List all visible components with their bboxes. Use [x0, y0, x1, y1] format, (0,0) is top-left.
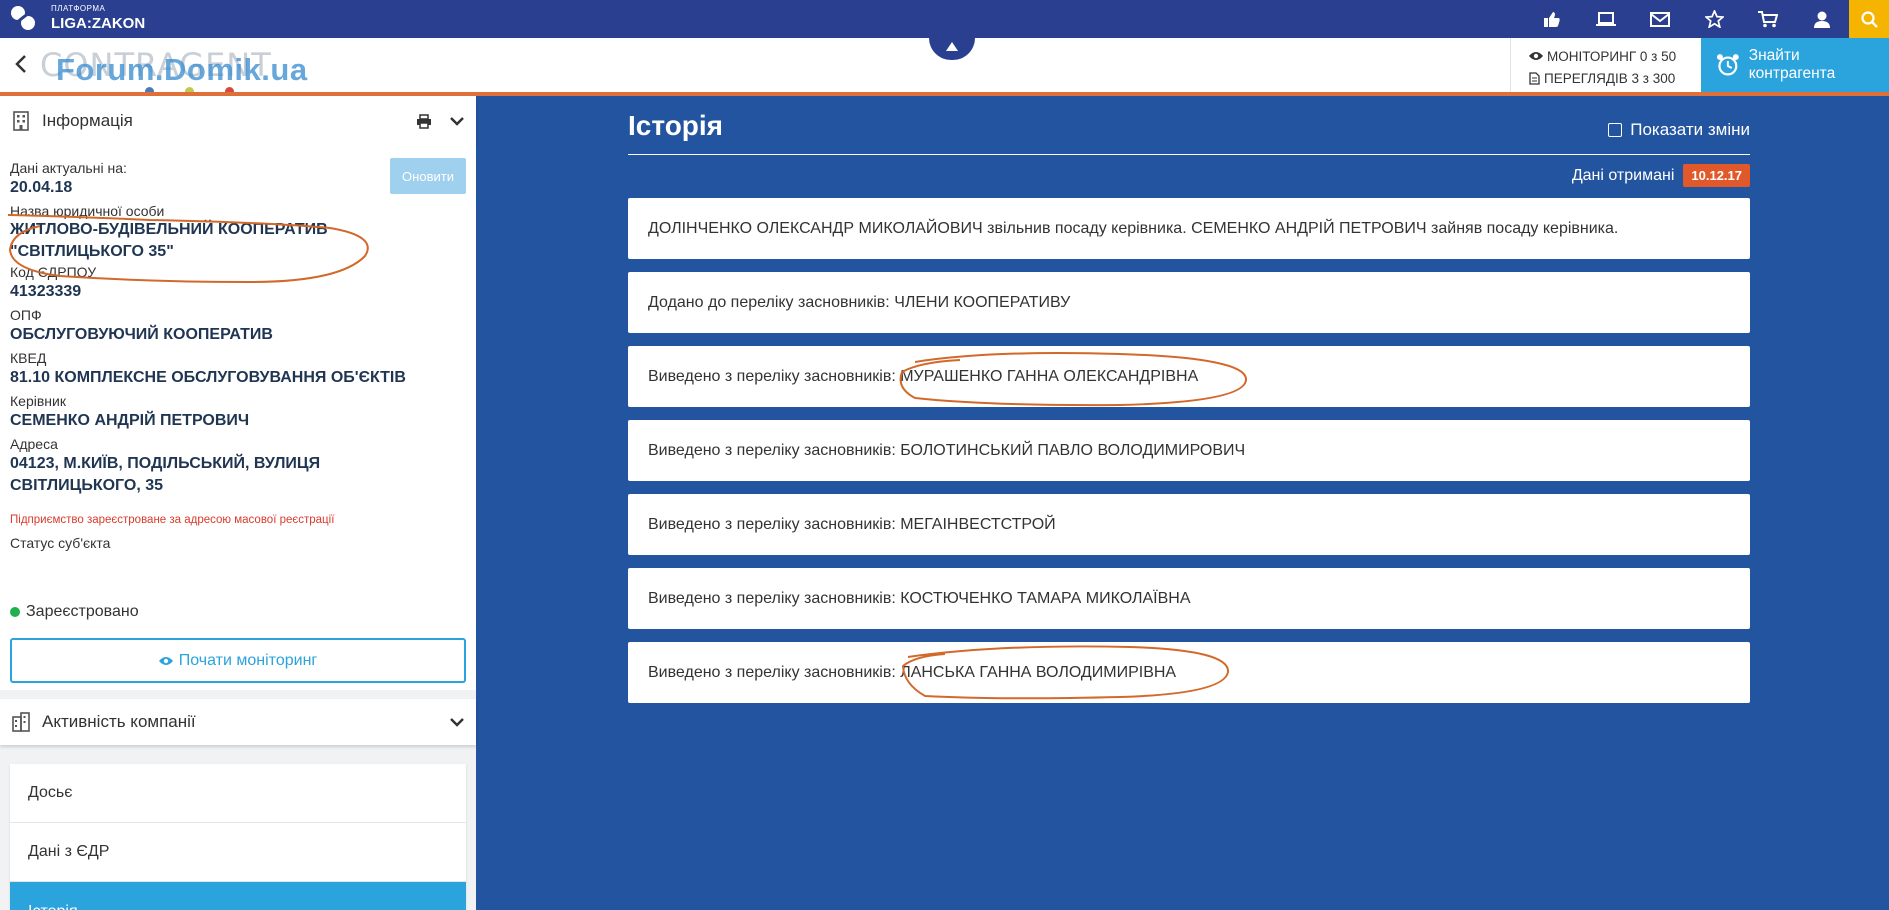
star-icon[interactable]: [1687, 0, 1741, 38]
monitoring-count: МОНІТОРИНГ 0 з 50: [1547, 48, 1677, 64]
address-label: Адреса: [10, 436, 58, 452]
show-changes-toggle[interactable]: Показати зміни: [1608, 120, 1750, 140]
logo-icon: [8, 3, 38, 33]
mass-registration-note: Підприємство зареєстроване за адресою ма…: [10, 514, 335, 526]
entity-name-line1: ЖИТЛОВО-БУДІВЕЛЬНИЙ КООПЕРАТИВ: [10, 221, 328, 238]
data-received: Дані отримані 10.12.17: [1572, 164, 1750, 187]
top-navbar: ПЛАТФОРМА LIGA:ZAKON: [0, 0, 1889, 38]
print-icon[interactable]: [416, 113, 432, 129]
status-dot-icon: [10, 607, 20, 617]
alarm-clock-icon: [1716, 54, 1739, 76]
document-icon: [1529, 71, 1540, 85]
monitoring-counters: МОНІТОРИНГ 0 з 50 ПЕРЕГЛЯДІВ 3 з 300: [1510, 38, 1700, 92]
head-value: СЕМЕНКО АНДРІЙ ПЕТРОВИЧ: [10, 412, 250, 429]
edrpou-value: 41323339: [10, 283, 82, 300]
history-entry: Виведено з переліку засновників: ЛАНСЬКА…: [628, 642, 1750, 703]
find-contragent-label: Знайти контрагента: [1748, 47, 1836, 82]
search-icon[interactable]: [1849, 0, 1889, 38]
title-divider: [628, 154, 1750, 155]
eye-icon: [1529, 52, 1543, 60]
kved-value: 81.10 КОМПЛЕКСНЕ ОБСЛУГОВУВАННЯ ОБ'ЄКТІВ: [10, 369, 406, 386]
history-title: Історія: [628, 110, 724, 141]
history-entry: Виведено з переліку засновників: МЕГАІНВ…: [628, 494, 1750, 555]
history-entry: ДОЛІНЧЕНКО ОЛЕКСАНДР МИКОЛАЙОВИЧ звільни…: [628, 198, 1750, 259]
views-count: ПЕРЕГЛЯДІВ 3 з 300: [1544, 70, 1676, 86]
actual-date-value: 20.04.18: [10, 179, 73, 196]
building-icon: [12, 111, 32, 131]
status-indicator: Зареєстровано: [10, 603, 139, 621]
show-changes-checkbox[interactable]: [1608, 123, 1623, 137]
envelope-icon[interactable]: [1633, 0, 1687, 38]
edrpou-label: Код ЄДРПОУ: [10, 264, 97, 280]
menu-item-dossier[interactable]: Досьє: [10, 764, 466, 823]
back-arrow-icon[interactable]: [14, 54, 28, 79]
thumbs-up-icon[interactable]: [1525, 0, 1579, 38]
history-entry: Виведено з переліку засновників: БОЛОТИН…: [628, 420, 1750, 481]
kved-label: КВЕД: [10, 350, 47, 366]
opf-value: ОБСЛУГОВУЮЧИЙ КООПЕРАТИВ: [10, 326, 273, 343]
received-label: Дані отримані: [1571, 166, 1675, 184]
head-label: Керівник: [10, 393, 66, 409]
status-value: Зареєстровано: [26, 603, 139, 620]
history-entry: Виведено з переліку засновників: КОСТЮЧЕ…: [628, 568, 1750, 629]
info-panel-title: Інформація: [42, 111, 133, 130]
user-icon[interactable]: [1795, 0, 1849, 38]
logo-big-text: LIGA:ZAKON: [51, 15, 146, 32]
address-line1: 04123, М.КИЇВ, ПОДІЛЬСЬКИЙ, ВУЛИЦЯ: [10, 455, 321, 472]
cart-icon[interactable]: [1741, 0, 1795, 38]
activity-menu: Досьє Дані з ЄДР Історія: [10, 764, 466, 910]
activity-panel-header[interactable]: Активність компанії: [0, 699, 476, 745]
opf-label: ОПФ: [10, 307, 42, 323]
show-changes-label: Показати зміни: [1630, 120, 1750, 139]
address-line2: СВІТЛИЦЬКОГО, 35: [10, 477, 164, 494]
buildings-icon: [12, 712, 32, 732]
actual-date-label: Дані актуальні на:: [10, 160, 127, 176]
watermark-text: Forum.Domik.ua: [56, 52, 308, 87]
menu-item-edr-data[interactable]: Дані з ЄДР: [10, 823, 466, 882]
info-panel-header[interactable]: Інформація: [0, 96, 476, 146]
menu-item-history[interactable]: Історія: [10, 882, 466, 910]
activity-panel-title: Активність компанії: [42, 712, 196, 731]
liga-zakon-logo[interactable]: ПЛАТФОРМА LIGA:ZAKON: [8, 3, 145, 33]
laptop-icon[interactable]: [1579, 0, 1633, 38]
received-date-badge: 10.12.17: [1683, 164, 1750, 187]
entity-name-line2: "СВІТЛИЦЬКОГО 35": [10, 243, 174, 260]
chevron-up-icon: [946, 42, 958, 51]
find-contragent-button[interactable]: Знайти контрагента: [1701, 38, 1889, 92]
status-label: Статус суб'єкта: [10, 535, 111, 551]
logo-small-text: ПЛАТФОРМА: [51, 4, 106, 13]
start-monitoring-label: Почати моніторинг: [178, 651, 318, 669]
start-monitoring-button[interactable]: Почати моніторинг: [10, 638, 466, 683]
eye-icon: [158, 656, 173, 665]
refresh-button[interactable]: Оновити: [390, 158, 466, 194]
chevron-down-icon[interactable]: [450, 116, 464, 126]
entity-name-label: Назва юридичної особи: [10, 203, 165, 219]
history-entry: Виведено з переліку засновників: МУРАШЕН…: [628, 346, 1750, 407]
sidebar: Інформація Дані актуальні на: 20.04.18 Н…: [0, 96, 476, 910]
chevron-down-icon[interactable]: [450, 717, 464, 727]
history-entry: Додано до переліку засновників: ЧЛЕНИ КО…: [628, 272, 1750, 333]
